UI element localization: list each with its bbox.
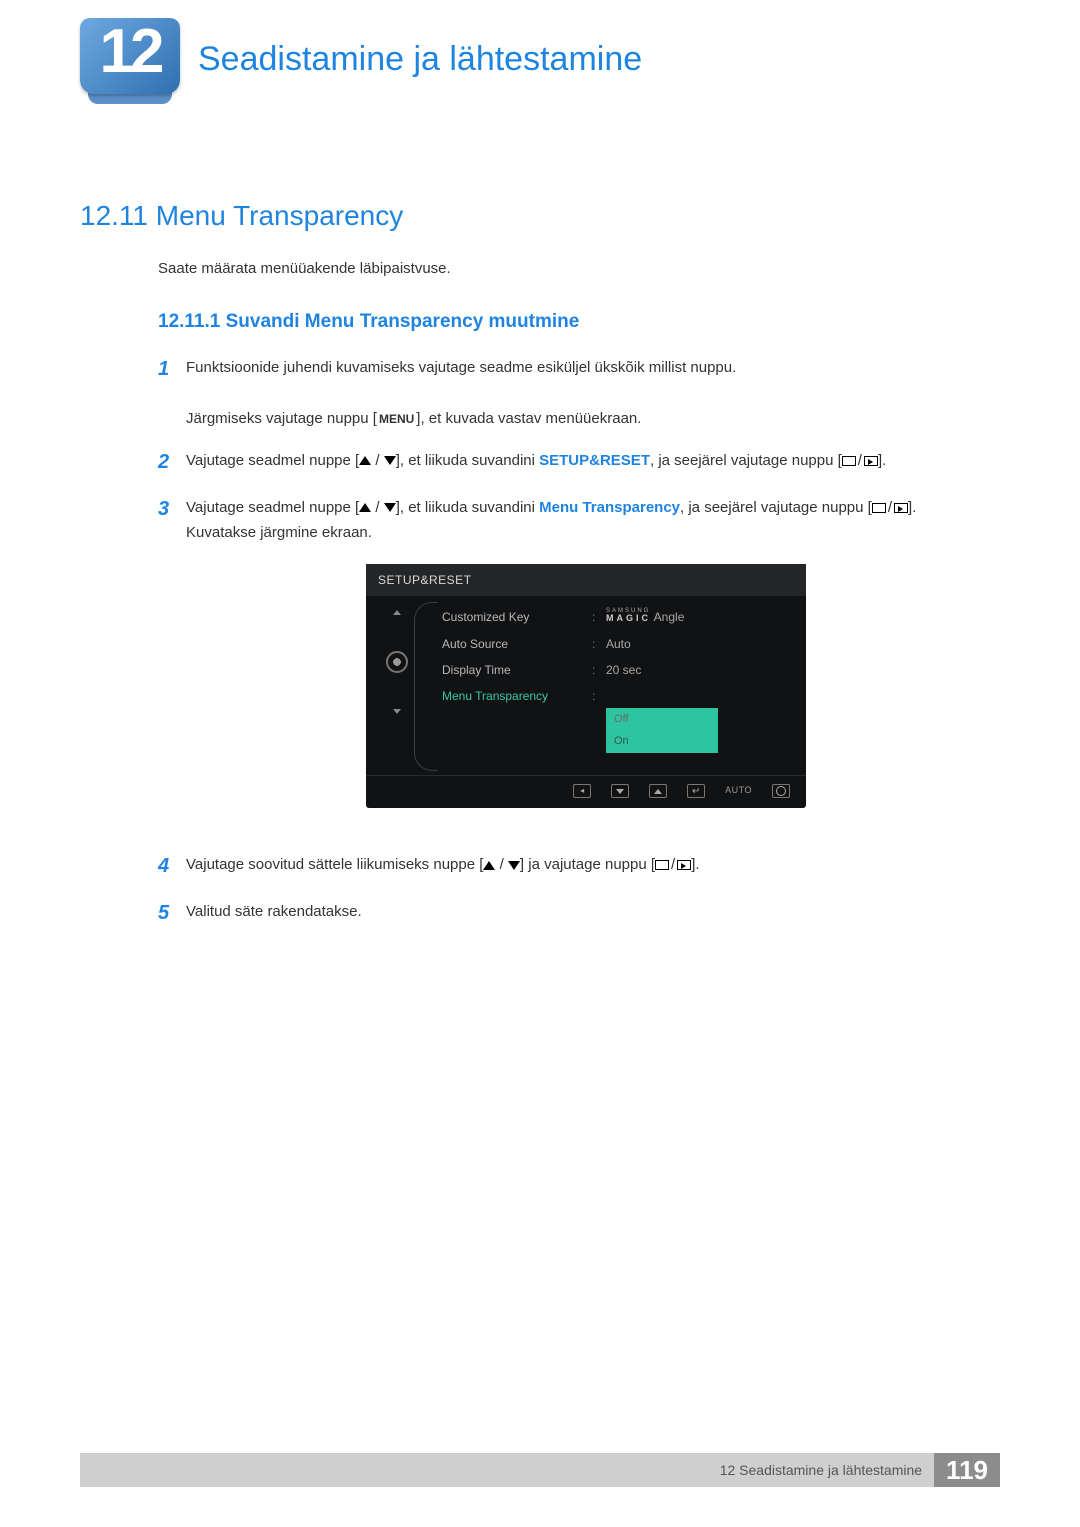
- osd-value: Angle: [654, 610, 685, 624]
- up-arrow-icon: [483, 861, 495, 870]
- osd-row: Display Time : 20 sec: [420, 657, 796, 683]
- step-2: 2 Vajutage seadmel nuppe [ / ], et liiku…: [158, 448, 978, 479]
- osd-scroll-down-icon: [393, 709, 401, 714]
- step-text: ], et liikuda suvandini: [396, 499, 539, 516]
- step-text: , ja seejärel vajutage nuppu [: [680, 499, 872, 516]
- step-text: , ja seejärel vajutage nuppu [: [650, 452, 842, 469]
- osd-option-off: Off: [606, 708, 718, 731]
- step-text: Kuvatakse järgmine ekraan.: [186, 524, 372, 541]
- section-heading: 12.11 Menu Transparency: [80, 200, 1000, 232]
- osd-up-icon: [649, 784, 667, 798]
- menu-key-icon: MENU: [377, 412, 416, 426]
- step-1: 1 Funktsioonide juhendi kuvamiseks vajut…: [158, 355, 978, 432]
- keyword-menu-transparency: Menu Transparency: [539, 499, 680, 516]
- osd-down-icon: [611, 784, 629, 798]
- keyword-setup-reset: SETUP&RESET: [539, 452, 650, 469]
- down-arrow-icon: [384, 503, 396, 512]
- step-text: Vajutage seadmel nuppe [: [186, 499, 359, 516]
- step-3: 3 Vajutage seadmel nuppe [ / ], et liiku…: [158, 495, 978, 837]
- osd-enter-icon: [687, 784, 705, 798]
- osd-label: Menu Transparency: [442, 686, 592, 706]
- osd-back-icon: ◂: [573, 784, 591, 798]
- chapter-title: Seadistamine ja lähtestamine: [198, 40, 642, 79]
- osd-label: Auto Source: [442, 634, 592, 654]
- step-number: 1: [158, 352, 186, 432]
- osd-row: Auto Source : Auto: [420, 631, 796, 657]
- step-text: ], et liikuda suvandini: [396, 452, 539, 469]
- osd-label: Display Time: [442, 660, 592, 680]
- footer-chapter-label: 12 Seadistamine ja lähtestamine: [720, 1462, 934, 1478]
- osd-row: Customized Key : SAMSUNGMAGIC Angle: [420, 604, 796, 630]
- enter-icon: /: [655, 852, 691, 878]
- osd-scroll-up-icon: [393, 610, 401, 615]
- enter-icon: /: [842, 448, 878, 474]
- step-number: 2: [158, 445, 186, 479]
- step-text: ] ja vajutage nuppu [: [520, 856, 655, 873]
- osd-power-icon: [772, 784, 790, 798]
- chapter-number: 12: [80, 16, 180, 87]
- step-text: Järgmiseks vajutage nuppu [: [186, 410, 377, 427]
- section-intro: Saate määrata menüüakende läbipaistvuse.: [158, 260, 1000, 277]
- gear-icon: [386, 651, 408, 673]
- step-text: ].: [908, 499, 916, 516]
- step-number: 3: [158, 492, 186, 837]
- down-arrow-icon: [508, 861, 520, 870]
- footer-bar: 12 Seadistamine ja lähtestamine 119: [80, 1453, 1000, 1487]
- down-arrow-icon: [384, 456, 396, 465]
- osd-value: 20 sec: [606, 660, 641, 680]
- enter-icon: /: [872, 495, 908, 521]
- osd-title: SETUP&RESET: [366, 564, 806, 596]
- chapter-badge: 12: [80, 18, 180, 114]
- osd-value: Auto: [606, 634, 631, 654]
- section-subheading: 12.11.1 Suvandi Menu Transparency muutmi…: [158, 311, 1000, 333]
- samsung-magic-logo: SAMSUNGMAGIC: [606, 609, 651, 622]
- osd-label: Customized Key: [442, 607, 592, 627]
- osd-auto-label: AUTO: [725, 784, 752, 798]
- step-text: ].: [878, 452, 886, 469]
- up-arrow-icon: [359, 503, 371, 512]
- step-text: Vajutage soovitud sättele liikumiseks nu…: [186, 856, 483, 873]
- step-text: Vajutage seadmel nuppe [: [186, 452, 359, 469]
- page-number: 119: [934, 1453, 1000, 1487]
- step-5: 5 Valitud säte rakendatakse.: [158, 899, 978, 930]
- step-text: ], et kuvada vastav menüüekraan.: [416, 410, 641, 427]
- step-text: Funktsioonide juhendi kuvamiseks vajutag…: [186, 359, 736, 376]
- step-number: 4: [158, 849, 186, 883]
- step-text: ].: [691, 856, 699, 873]
- osd-option-popup: Off On: [606, 708, 796, 753]
- osd-row-active: Menu Transparency :: [420, 683, 796, 709]
- step-4: 4 Vajutage soovitud sättele liikumiseks …: [158, 852, 978, 883]
- up-arrow-icon: [359, 456, 371, 465]
- step-text: Valitud säte rakendatakse.: [186, 903, 362, 920]
- step-number: 5: [158, 896, 186, 930]
- osd-screenshot: SETUP&RESET Customi: [366, 564, 806, 808]
- osd-bottom-bar: ◂ AUTO: [366, 775, 806, 798]
- osd-option-on: On: [606, 730, 718, 753]
